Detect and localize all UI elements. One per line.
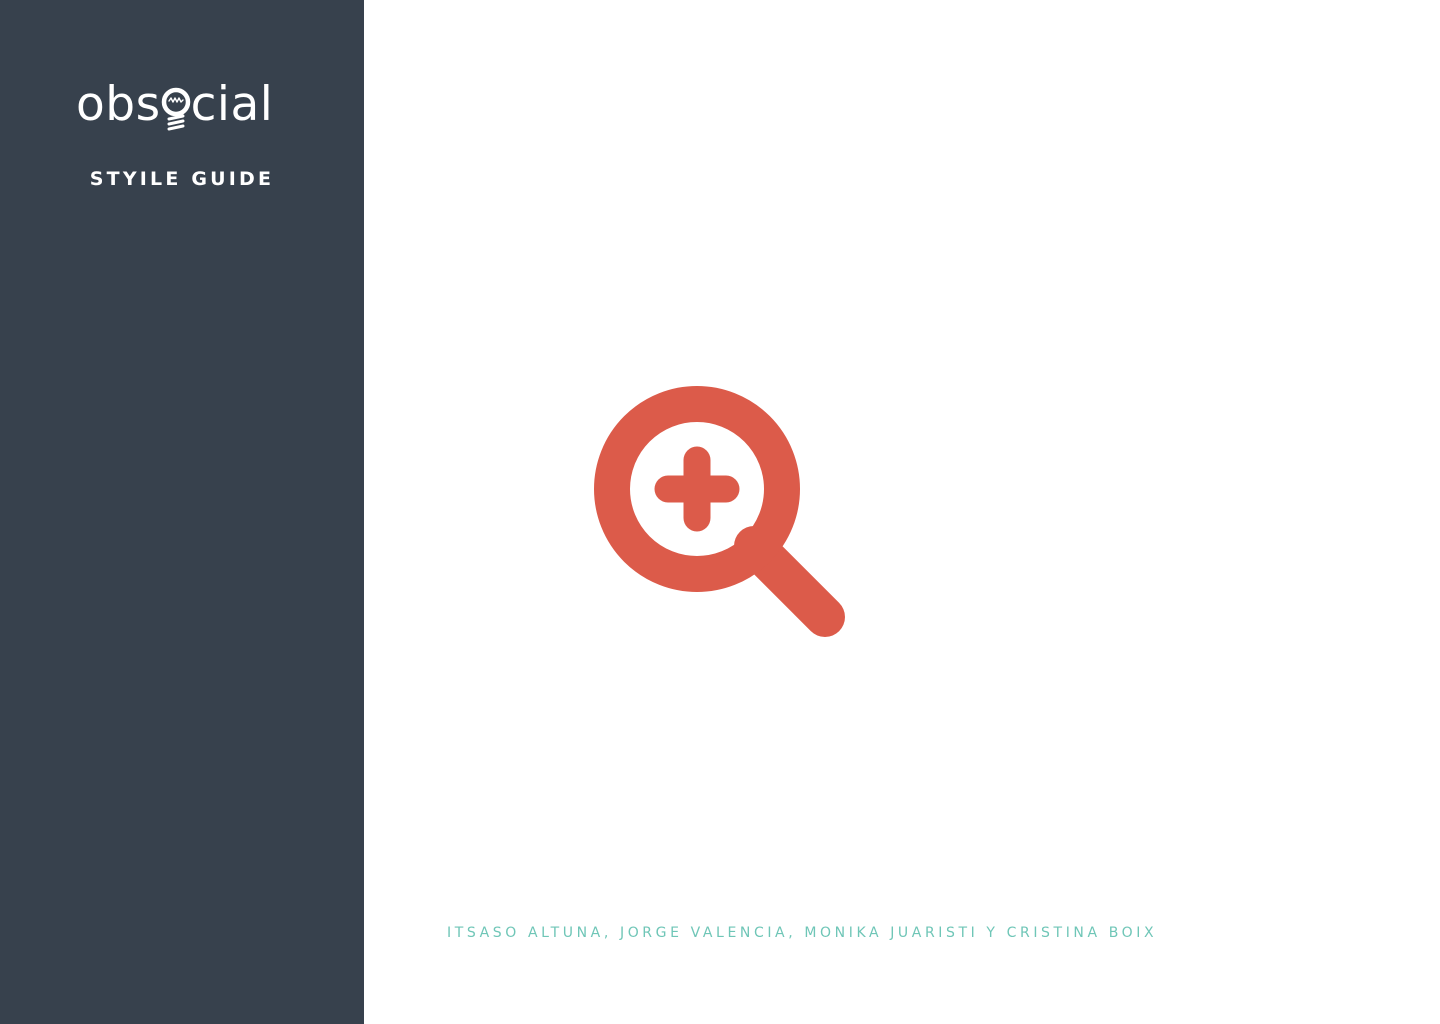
lightbulb-icon <box>161 78 191 132</box>
obsocial-logo: obs cial <box>76 78 292 140</box>
authors-line: ITSASO ALTUNA, JORGE VALENCIA, MONIKA JU… <box>447 925 1158 941</box>
logo-text-end: cial <box>190 77 274 132</box>
style-guide-title: STYILE GUIDE <box>89 168 275 190</box>
logo-text-start: obs <box>76 77 161 132</box>
zoom-in-icon <box>588 380 854 646</box>
style-guide-cover: obs cial STYILE GUIDE ITSASO ALTUNA, JOR… <box>0 0 1440 1024</box>
sidebar: obs cial STYILE GUIDE <box>0 0 364 1024</box>
